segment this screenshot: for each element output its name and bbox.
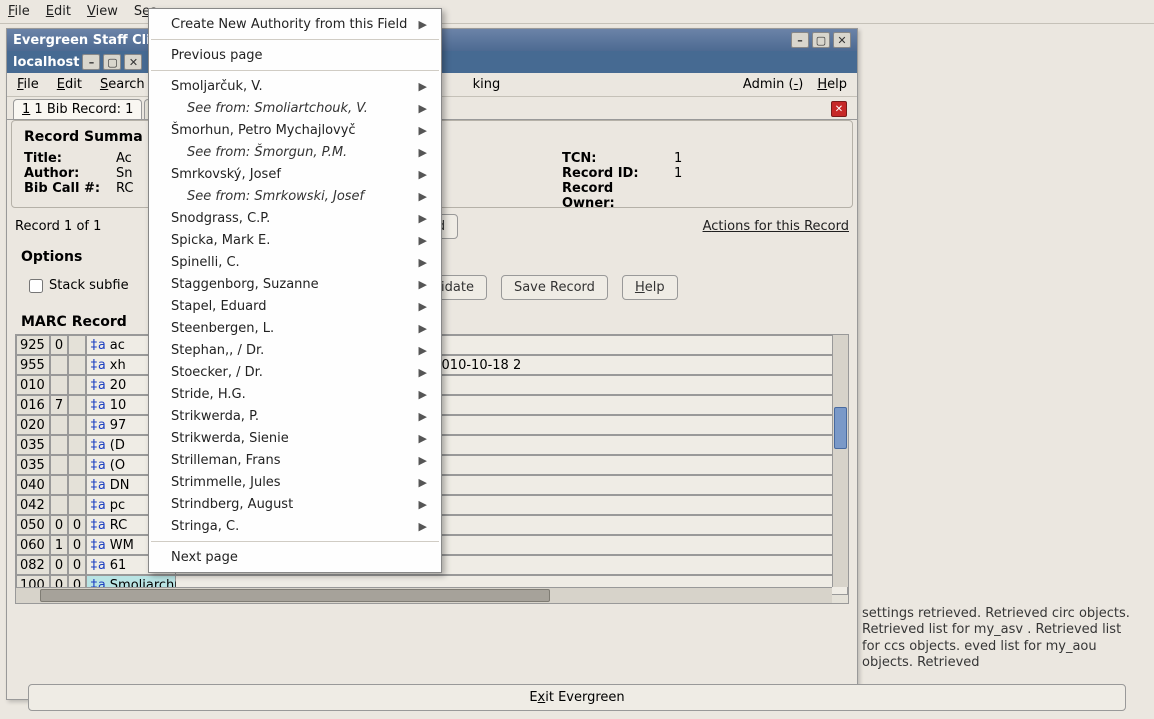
- close-icon[interactable]: ✕: [833, 32, 851, 48]
- bibcall-label: Bib Call #:: [24, 181, 104, 196]
- menu-create-authority[interactable]: Create New Authority from this Field▶: [149, 13, 441, 35]
- stack-label: Stack subfie: [49, 278, 129, 293]
- tab-close-icon[interactable]: ✕: [831, 101, 847, 117]
- recordid-label: Record ID:: [562, 166, 662, 181]
- authority-see-from[interactable]: See from: Šmorgun, P.M.▶: [149, 141, 441, 163]
- authority-item[interactable]: Smoljarčuk, V.▶: [149, 75, 441, 97]
- inner-close-icon[interactable]: ✕: [124, 54, 142, 70]
- inner-menu-edit[interactable]: Edit: [57, 77, 82, 92]
- authority-item[interactable]: Staggenborg, Suzanne▶: [149, 273, 441, 295]
- record-position: Record 1 of 1: [15, 219, 101, 234]
- save-record-button[interactable]: Save Record: [501, 275, 608, 300]
- authority-see-from[interactable]: See from: Smrkowski, Josef▶: [149, 185, 441, 207]
- authority-item[interactable]: Stride, H.G.▶: [149, 383, 441, 405]
- authority-item[interactable]: Snodgrass, C.P.▶: [149, 207, 441, 229]
- authority-item[interactable]: Stoecker, / Dr.▶: [149, 361, 441, 383]
- menu-previous-page[interactable]: Previous page: [149, 44, 441, 66]
- chevron-right-icon: ▶: [419, 18, 427, 31]
- bibcall-value: RC: [116, 181, 133, 196]
- authority-item[interactable]: Spinelli, C.▶: [149, 251, 441, 273]
- horizontal-scrollbar[interactable]: [16, 587, 832, 603]
- tcn-label: TCN:: [562, 151, 662, 166]
- authority-item[interactable]: Strindberg, August▶: [149, 493, 441, 515]
- authority-item[interactable]: Šmorhun, Petro Mychajlovyč▶: [149, 119, 441, 141]
- vertical-scrollbar[interactable]: [832, 335, 848, 587]
- authority-item[interactable]: Strikwerda, Sienie▶: [149, 427, 441, 449]
- inner-maximize-icon[interactable]: ▢: [103, 54, 121, 70]
- authority-item[interactable]: Stephan,, / Dr.▶: [149, 339, 441, 361]
- authority-item[interactable]: Strimmelle, Jules▶: [149, 471, 441, 493]
- minimize-icon[interactable]: –: [791, 32, 809, 48]
- authority-item[interactable]: Smrkovský, Josef▶: [149, 163, 441, 185]
- inner-menu-admin[interactable]: Admin (-): [743, 77, 803, 92]
- author-label: Author:: [24, 166, 104, 181]
- authority-item[interactable]: Strilleman, Frans▶: [149, 449, 441, 471]
- stack-subfields-checkbox[interactable]: [29, 279, 43, 293]
- inner-title: localhost: [13, 55, 79, 70]
- authority-item[interactable]: Steenbergen, L.▶: [149, 317, 441, 339]
- exit-button[interactable]: Exit Evergreen: [28, 684, 1126, 711]
- menu-view[interactable]: View: [87, 4, 118, 19]
- recordid-value: 1: [674, 166, 682, 181]
- menu-next-page[interactable]: Next page: [149, 546, 441, 568]
- authority-see-from[interactable]: See from: Smoliartchouk, V.▶: [149, 97, 441, 119]
- title-value: Ac: [116, 151, 132, 166]
- authority-item[interactable]: Stapel, Eduard▶: [149, 295, 441, 317]
- authority-item[interactable]: Stringa, C.▶: [149, 515, 441, 537]
- status-text: settings retrieved. Retrieved circ objec…: [862, 606, 1142, 671]
- help-button[interactable]: Help: [622, 275, 678, 300]
- tcn-value: 1: [674, 151, 682, 166]
- authority-item[interactable]: Strikwerda, P.▶: [149, 405, 441, 427]
- author-value: Sn: [116, 166, 133, 181]
- maximize-icon[interactable]: ▢: [812, 32, 830, 48]
- actions-link[interactable]: Actions for this Record: [703, 219, 849, 234]
- authority-context-menu: Create New Authority from this Field▶ Pr…: [148, 8, 442, 573]
- inner-menu-help[interactable]: Help: [817, 77, 847, 92]
- inner-menu-search[interactable]: Search: [100, 77, 145, 92]
- title-label: Title:: [24, 151, 104, 166]
- inner-menu-cataloging[interactable]: king: [473, 77, 501, 92]
- inner-menu-file[interactable]: File: [17, 77, 39, 92]
- menu-file[interactable]: File: [8, 4, 30, 19]
- owner-label: Record Owner:: [562, 181, 662, 211]
- tab-bib-record[interactable]: 1 1 Bib Record: 1: [13, 99, 142, 119]
- inner-minimize-icon[interactable]: –: [82, 54, 100, 70]
- menu-edit[interactable]: Edit: [46, 4, 71, 19]
- authority-item[interactable]: Spicka, Mark E.▶: [149, 229, 441, 251]
